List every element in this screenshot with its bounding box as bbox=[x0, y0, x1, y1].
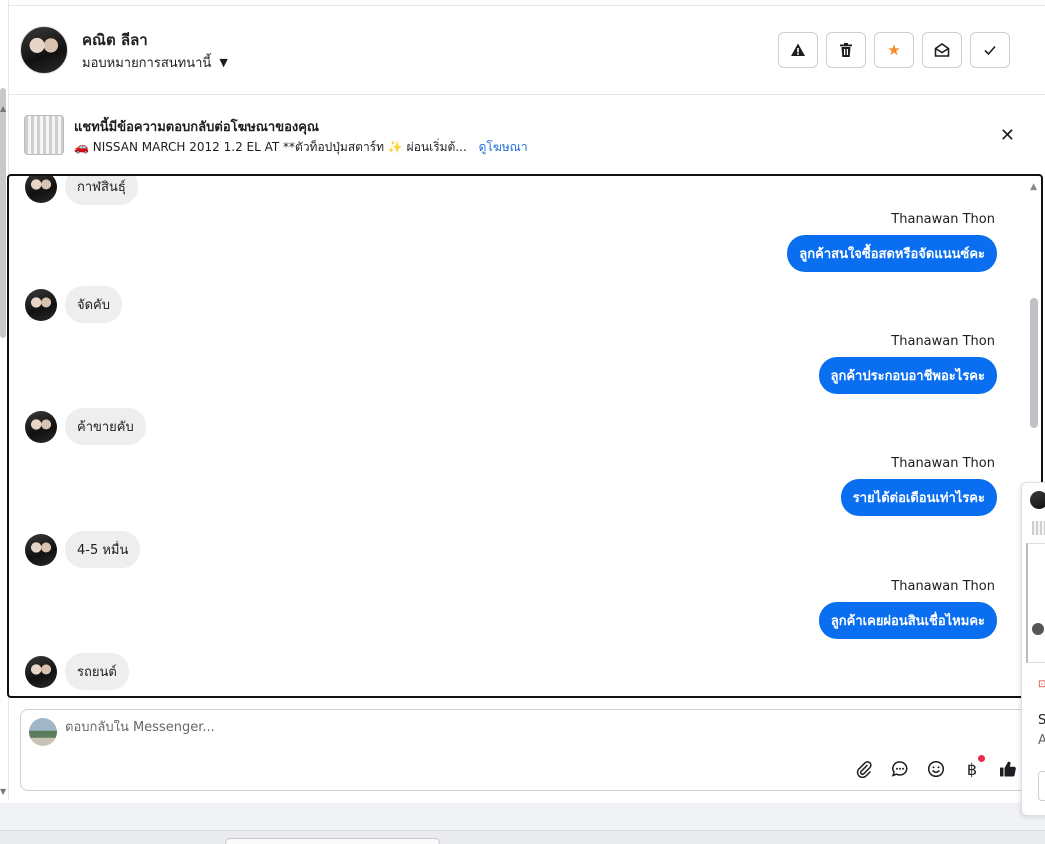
view-ad-link[interactable]: ดูโฆษณา bbox=[479, 140, 528, 154]
mark-unread-button[interactable] bbox=[922, 32, 962, 68]
left-scroll-down-icon[interactable]: ▼ bbox=[0, 787, 6, 796]
sender-avatar[interactable] bbox=[25, 655, 57, 688]
caret-down-icon: ▼ bbox=[219, 56, 228, 69]
taskbar-search[interactable] bbox=[225, 838, 440, 844]
sender-avatar[interactable] bbox=[25, 533, 57, 566]
outgoing-message-bubble[interactable]: ลูกค้าสนใจซื้อสดหรือจัดแนนซ์คะ bbox=[787, 235, 997, 272]
incoming-message-row: กาฬสินธุ์ bbox=[25, 176, 138, 205]
ad-thumbnail[interactable] bbox=[24, 115, 64, 155]
star-icon: ★ bbox=[887, 41, 901, 59]
outgoing-sender-name: Thanawan Thon bbox=[891, 579, 995, 594]
ad-reply-banner: แชทนี้มีข้อความตอบกลับต่อโฆษณาของคุณ 🚗 N… bbox=[8, 95, 1045, 173]
outgoing-message-bubble[interactable]: ลูกค้าประกอบอาชีพอะไรคะ bbox=[818, 357, 997, 394]
outgoing-sender-name: Thanawan Thon bbox=[891, 212, 995, 227]
side-panel-icon: ⊡ bbox=[1038, 679, 1045, 690]
sender-avatar[interactable] bbox=[25, 176, 57, 203]
assign-conversation-dropdown[interactable]: มอบหมายการสนทนานี้ ▼ bbox=[82, 52, 228, 73]
side-panel-small-avatar bbox=[1032, 623, 1044, 635]
incoming-message-row: 4-5 หมื่น bbox=[25, 531, 141, 568]
envelope-open-icon bbox=[934, 43, 950, 57]
emoji-icon bbox=[927, 760, 945, 778]
attach-button[interactable] bbox=[853, 758, 875, 780]
payment-button[interactable]: ฿ bbox=[961, 755, 985, 780]
trash-icon bbox=[840, 43, 852, 57]
os-taskbar bbox=[0, 830, 1045, 844]
like-button[interactable] bbox=[997, 758, 1019, 780]
side-panel-button[interactable] bbox=[1038, 771, 1045, 801]
side-panel-text-1: S bbox=[1038, 713, 1045, 728]
side-chat-panel[interactable]: ⊡ S A bbox=[1021, 482, 1045, 816]
sender-avatar[interactable] bbox=[25, 288, 57, 321]
contact-avatar[interactable] bbox=[20, 26, 68, 74]
close-icon[interactable]: ✕ bbox=[1000, 125, 1015, 146]
ad-subtitle-text: NISSAN MARCH 2012 1.2 EL AT **ตัวท็อปปุ่… bbox=[92, 140, 385, 154]
emoji-button[interactable] bbox=[925, 758, 947, 780]
ad-banner-subtitle: 🚗 NISSAN MARCH 2012 1.2 EL AT **ตัวท็อปป… bbox=[74, 138, 528, 157]
chat-scrollbar-thumb[interactable] bbox=[1030, 298, 1038, 428]
check-icon bbox=[984, 45, 996, 56]
car-icon: 🚗 bbox=[74, 140, 89, 154]
outgoing-sender-name: Thanawan Thon bbox=[891, 456, 995, 471]
incoming-message-bubble[interactable]: 4-5 หมื่น bbox=[65, 531, 141, 568]
message-thread[interactable]: ▲ กาฬสินธุ์ Thanawan Thon ลูกค้าสนใจซื้อ… bbox=[7, 174, 1043, 698]
baht-icon: ฿ bbox=[966, 759, 978, 779]
saved-replies-button[interactable] bbox=[889, 758, 911, 780]
incoming-message-bubble[interactable]: ค้าขายคับ bbox=[65, 408, 146, 445]
incoming-message-bubble[interactable]: รถยนต์ bbox=[65, 653, 129, 690]
notification-dot bbox=[978, 755, 985, 762]
mark-done-button[interactable] bbox=[970, 32, 1010, 68]
page-avatar bbox=[29, 718, 57, 746]
assign-label: มอบหมายการสนทนานี้ bbox=[82, 56, 212, 71]
left-scroll-up-icon[interactable]: ▲ bbox=[0, 104, 6, 113]
left-scrollbar-thumb[interactable] bbox=[0, 88, 6, 338]
sparkle-icon: ✨ bbox=[387, 140, 403, 154]
thumbs-up-icon bbox=[1000, 761, 1016, 777]
report-button[interactable] bbox=[778, 32, 818, 68]
bottom-bar bbox=[0, 803, 1045, 830]
incoming-message-bubble[interactable]: กาฬสินธุ์ bbox=[65, 176, 138, 205]
reply-input[interactable] bbox=[65, 720, 765, 735]
outgoing-message-bubble[interactable]: รายได้ต่อเดือนเท่าไรคะ bbox=[840, 479, 997, 516]
outgoing-message-bubble[interactable]: ลูกค้าเคยผ่อนสินเชื่อไหมคะ bbox=[818, 602, 997, 639]
header-actions: ★ bbox=[778, 32, 1010, 68]
paperclip-icon bbox=[856, 761, 872, 778]
side-panel-avatar[interactable] bbox=[1030, 491, 1045, 509]
incoming-message-row: จัดคับ bbox=[25, 286, 123, 323]
star-button[interactable]: ★ bbox=[874, 32, 914, 68]
side-panel-frame bbox=[1026, 543, 1045, 663]
chat-bubble-icon bbox=[891, 761, 908, 777]
contact-name[interactable]: คณิต ลีลา bbox=[82, 28, 148, 52]
side-panel-text-2: A bbox=[1038, 733, 1045, 748]
conversation-header: คณิต ลีลา มอบหมายการสนทนานี้ ▼ ★ bbox=[8, 6, 1045, 95]
ad-banner-title: แชทนี้มีข้อความตอบกลับต่อโฆษณาของคุณ bbox=[74, 120, 319, 135]
incoming-message-row: รถยนต์ bbox=[25, 653, 129, 690]
incoming-message-row: ค้าขายคับ bbox=[25, 408, 146, 445]
message-composer: ฿ bbox=[20, 709, 1030, 791]
chat-scroll-up-icon[interactable]: ▲ bbox=[1030, 182, 1037, 192]
composer-toolbar: ฿ bbox=[853, 755, 1019, 780]
ad-subtitle-tail: ผ่อนเริ่มต้... bbox=[406, 140, 467, 154]
warning-icon bbox=[791, 43, 805, 56]
delete-button[interactable] bbox=[826, 32, 866, 68]
side-panel-thumbnail bbox=[1032, 521, 1045, 535]
outgoing-sender-name: Thanawan Thon bbox=[891, 334, 995, 349]
messenger-inbox-window: ▲ ▼ คณิต ลีลา มอบหมายการสนทนานี้ ▼ ★ แชท… bbox=[0, 0, 1045, 844]
sender-avatar[interactable] bbox=[25, 410, 57, 443]
incoming-message-bubble[interactable]: จัดคับ bbox=[65, 286, 123, 323]
